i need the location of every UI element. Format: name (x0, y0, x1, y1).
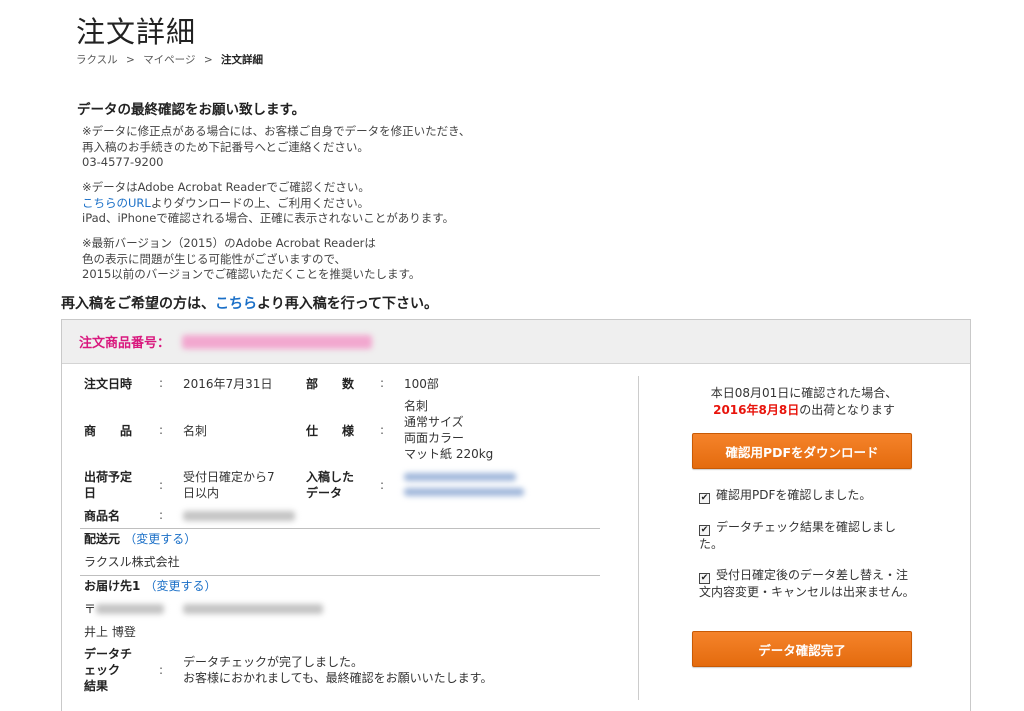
data-check-result: データチェックが完了しました。 お客様におかれましても、最終確認をお願いいたしま… (183, 655, 493, 685)
notice-text: こちらのURLよりダウンロードの上、ご利用ください。 (82, 195, 370, 210)
product-name-label: 商品名 (84, 509, 121, 523)
notice-text: 色の表示に問題が生じる可能性がございますので、 (82, 251, 347, 266)
submitted-file-link-2[interactable] (404, 488, 524, 496)
ship-plan-label: 出荷予定 日 (84, 470, 133, 500)
address-redacted (183, 604, 323, 614)
confirm-pdf-checkbox[interactable]: ✔ 確認用PDFを確認しました。 (699, 487, 919, 504)
download-pdf-button[interactable]: 確認用PDFをダウンロード (692, 433, 912, 469)
notice-text: 再入稿のお手続きのため下記番号へとご連絡ください。 (82, 139, 369, 154)
change-sender-link[interactable]: （変更する） (124, 532, 196, 546)
colon: : (159, 423, 164, 437)
notice-text: 2015以前のバージョンでご確認いただくことを推奨いたします。 (82, 267, 421, 281)
data-check-label: データチ ェック 結果 (84, 647, 133, 693)
spec-label: 仕 様 (306, 424, 355, 438)
page-title: 注文詳細 (76, 15, 197, 49)
breadcrumb-separator: > (126, 54, 135, 66)
colon: : (159, 663, 164, 677)
data-confirm-complete-button[interactable]: データ確認完了 (692, 631, 912, 667)
sender-value: ラクスル株式会社 (84, 555, 180, 569)
shipping-info: 本日08月01日に確認された場合、 2016年8月8日の出荷となります (710, 386, 898, 417)
notice-text: ※最新バージョン（2015）のAdobe Acrobat Readerは (82, 236, 376, 250)
ship-plan-value: 受付日確定から7 日以内 (183, 470, 275, 500)
resubmit-notice: 再入稿をご希望の方は、こちらより再入稿を行って下さい。 (61, 296, 439, 312)
confirm-no-changes-checkbox[interactable]: ✔ 受付日確定後のデータ差し替え・注文内容変更・キャンセルは出来ません。 (699, 567, 919, 600)
notice-block-correction: ※データに修正点がある場合には、お客様ご自身でデータを修正いただき、 再入稿のお… (82, 124, 470, 171)
submitted-data-label: 入稿した データ (306, 470, 355, 500)
breadcrumb-raksul[interactable]: ラクスル (76, 54, 118, 66)
checkbox-icon[interactable]: ✔ (699, 525, 710, 536)
checkbox-icon[interactable]: ✔ (699, 573, 710, 584)
notice-heading: データの最終確認をお願い致します。 (77, 102, 306, 118)
breadcrumb: ラクスル > マイページ > 注文詳細 (76, 52, 263, 67)
shipping-date: 2016年8月8日 (713, 403, 800, 417)
order-number-redacted (182, 334, 373, 349)
colon: : (159, 478, 164, 492)
notice-block-acrobat: ※データはAdobe Acrobat Readerでご確認ください。 こちらのU… (82, 180, 454, 227)
order-date-value: 2016年7月31日 (183, 377, 273, 391)
postal-mark: 〒 (84, 602, 97, 616)
resubmit-link[interactable]: こちら (215, 296, 257, 312)
change-destination-link[interactable]: （変更する） (145, 579, 217, 593)
checkbox-icon[interactable]: ✔ (699, 493, 710, 504)
order-number-label: 注文商品番号： (79, 336, 171, 351)
support-phone: 03-4577-9200 (82, 155, 164, 169)
product-name-value-redacted (183, 511, 295, 521)
column-divider (638, 376, 639, 700)
order-panel: 注文商品番号： 注文日時 : 2016年7月31日 部 数 : 100部 商 品… (61, 319, 971, 711)
recipient-name: 井上 博登 (84, 625, 136, 639)
notice-text: ※データはAdobe Acrobat Readerでご確認ください。 (82, 180, 370, 194)
breadcrumb-separator: > (203, 54, 213, 66)
breadcrumb-mypage[interactable]: マイページ (143, 54, 195, 66)
sender-label: 配送元 （変更する） (84, 532, 197, 546)
confirm-data-check-checkbox[interactable]: ✔ データチェック結果を確認しました。 (699, 519, 919, 552)
product-label: 商 品 (84, 424, 133, 438)
quantity-label: 部 数 (306, 377, 355, 391)
colon: : (380, 478, 385, 492)
order-panel-header: 注文商品番号： (62, 320, 970, 364)
divider (80, 528, 600, 529)
breadcrumb-current: 注文詳細 (220, 54, 263, 66)
postal-code-redacted (96, 604, 164, 614)
acrobat-download-link[interactable]: こちらのURL (82, 196, 151, 210)
product-value: 名刺 (183, 424, 208, 438)
divider (80, 575, 600, 576)
notice-text: ※データに修正点がある場合には、お客様ご自身でデータを修正いただき、 (82, 124, 471, 138)
destination-label: お届け先1 （変更する） (84, 579, 217, 593)
order-date-label: 注文日時 (84, 377, 133, 391)
notice-text: iPad、iPhoneで確認される場合、正確に表示されないことがあります。 (82, 211, 455, 225)
colon: : (380, 376, 385, 390)
colon: : (159, 376, 164, 390)
submitted-file-link-1[interactable] (404, 473, 516, 481)
quantity-value: 100部 (404, 377, 439, 391)
colon: : (159, 508, 164, 522)
spec-value: 名刺 通常サイズ 両面カラー マット紙 220kg (404, 399, 494, 461)
notice-block-version: ※最新バージョン（2015）のAdobe Acrobat Readerは 色の表… (82, 236, 420, 283)
colon: : (380, 423, 385, 437)
